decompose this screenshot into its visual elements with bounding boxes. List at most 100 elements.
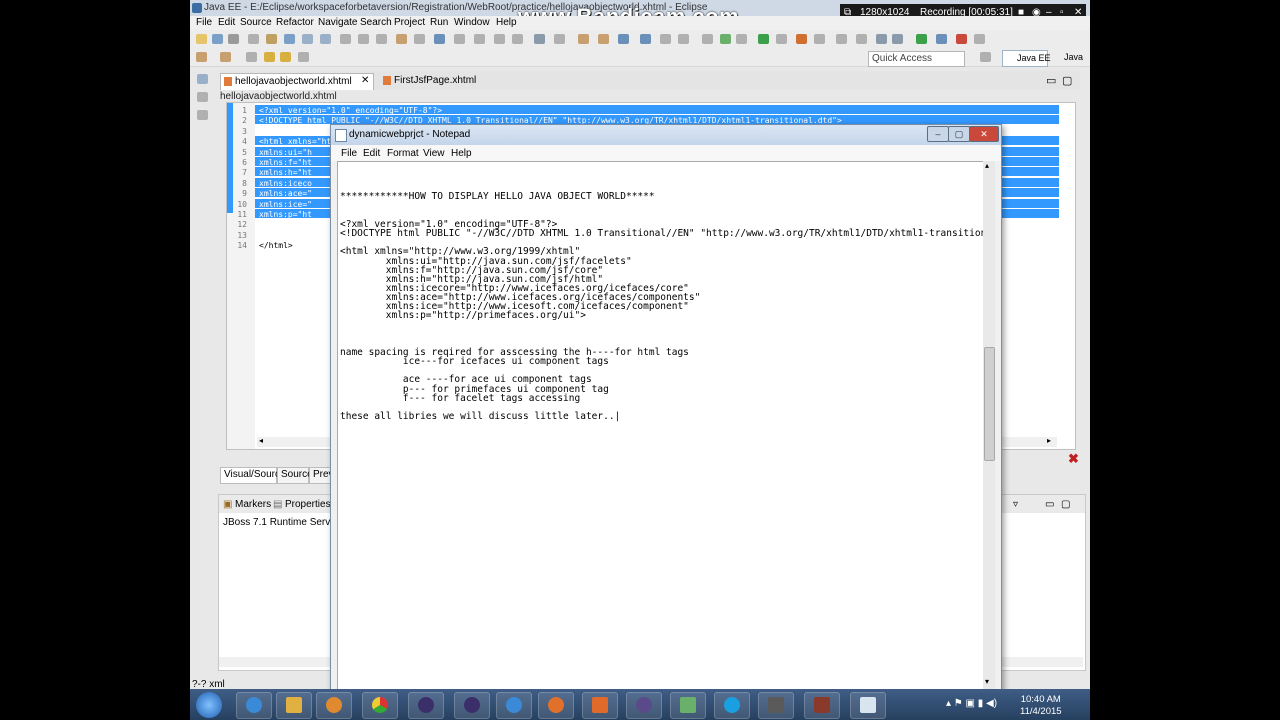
quick-access-input[interactable]: Quick Access bbox=[868, 51, 965, 67]
tool-icon[interactable] bbox=[892, 34, 903, 44]
media-taskbar-button[interactable] bbox=[316, 692, 352, 719]
xampp-taskbar-button[interactable] bbox=[582, 692, 618, 719]
tool-icon[interactable] bbox=[494, 34, 505, 44]
menu-project[interactable]: Project bbox=[394, 17, 425, 28]
tab-firstjsfpage[interactable]: FirstJsfPage.xhtml bbox=[380, 73, 480, 89]
forward-icon[interactable] bbox=[280, 52, 291, 62]
tool-icon[interactable] bbox=[776, 34, 787, 44]
tool-icon[interactable] bbox=[320, 34, 331, 44]
app-taskbar-button[interactable] bbox=[496, 692, 532, 719]
system-tray[interactable]: ▴ ⚑ ▣ ▮ ◀) bbox=[946, 698, 997, 709]
tool-icon[interactable] bbox=[856, 34, 867, 44]
menu-refactor[interactable]: Refactor bbox=[276, 17, 314, 28]
tool-icon[interactable] bbox=[814, 34, 825, 44]
clock[interactable]: 10:40 AM 11/4/2015 bbox=[1020, 694, 1062, 718]
scroll-left-icon[interactable]: ◂ bbox=[259, 436, 263, 445]
breadcrumb[interactable]: hellojavaobjectworld.xhtml bbox=[220, 91, 337, 102]
explorer-taskbar-button[interactable] bbox=[276, 692, 312, 719]
tool-icon[interactable] bbox=[246, 52, 257, 62]
minimize-button[interactable]: – bbox=[927, 126, 949, 142]
tool-icon[interactable] bbox=[720, 34, 731, 44]
print-icon[interactable] bbox=[228, 34, 239, 44]
menu-navigate[interactable]: Navigate bbox=[318, 17, 357, 28]
open-perspective-icon[interactable] bbox=[980, 52, 991, 62]
tool-icon[interactable] bbox=[578, 34, 589, 44]
tool-icon[interactable] bbox=[974, 34, 985, 44]
run-icon[interactable] bbox=[916, 34, 927, 44]
tool-icon[interactable] bbox=[396, 34, 407, 44]
eclipse-taskbar-button-3[interactable] bbox=[626, 692, 662, 719]
notepad-vertical-scrollbar[interactable]: ▴ ▾ bbox=[983, 161, 995, 689]
maximize-button[interactable]: ▢ bbox=[948, 126, 970, 142]
np-menu-edit[interactable]: Edit bbox=[363, 148, 380, 159]
eclipse-taskbar-button[interactable] bbox=[408, 692, 444, 719]
tool-icon[interactable] bbox=[512, 34, 523, 44]
perspective-java[interactable]: Java bbox=[1050, 50, 1086, 65]
app-taskbar-button[interactable] bbox=[670, 692, 706, 719]
np-menu-file[interactable]: File bbox=[341, 148, 357, 159]
tab-hellojavaobjectworld[interactable]: hellojavaobjectworld.xhtml ✕ bbox=[220, 73, 374, 90]
tool-icon[interactable] bbox=[376, 34, 387, 44]
tool-icon[interactable] bbox=[640, 34, 651, 44]
menu-edit[interactable]: Edit bbox=[218, 17, 235, 28]
error-close-icon[interactable]: ✖ bbox=[1068, 451, 1079, 467]
close-tab-icon[interactable]: ✕ bbox=[361, 75, 369, 86]
stop-icon[interactable] bbox=[956, 34, 967, 44]
menu-window[interactable]: Window bbox=[454, 17, 490, 28]
new-icon[interactable] bbox=[196, 34, 207, 44]
save-icon[interactable] bbox=[212, 34, 223, 44]
notepad-title-bar[interactable]: dynamicwebprjct - Notepad – ▢ ✕ bbox=[331, 125, 1001, 145]
tool-icon[interactable] bbox=[220, 52, 231, 62]
np-menu-view[interactable]: View bbox=[423, 148, 445, 159]
skype-taskbar-button[interactable] bbox=[714, 692, 750, 719]
bandicam-taskbar-button[interactable] bbox=[804, 692, 840, 719]
menu-help[interactable]: Help bbox=[496, 17, 517, 28]
tool-icon[interactable] bbox=[358, 34, 369, 44]
view-icon[interactable] bbox=[197, 110, 208, 120]
menu-file[interactable]: File bbox=[196, 17, 212, 28]
notepad-taskbar-button[interactable] bbox=[850, 692, 886, 719]
tool-icon[interactable] bbox=[474, 34, 485, 44]
close-button[interactable]: ✕ bbox=[969, 126, 999, 142]
tool-icon[interactable] bbox=[702, 34, 713, 44]
scroll-down-icon[interactable]: ▾ bbox=[985, 677, 989, 686]
app-taskbar-button[interactable] bbox=[758, 692, 794, 719]
tab-visual-source[interactable]: Visual/Source bbox=[220, 467, 286, 484]
scroll-right-icon[interactable]: ▸ bbox=[1047, 436, 1051, 445]
back-icon[interactable] bbox=[264, 52, 275, 62]
menu-search[interactable]: Search bbox=[360, 17, 392, 28]
firefox-taskbar-button[interactable] bbox=[538, 692, 574, 719]
minimize-icon[interactable]: ▭ bbox=[1045, 499, 1054, 510]
tool-icon[interactable] bbox=[796, 34, 807, 44]
view-icon[interactable] bbox=[197, 92, 208, 102]
ie-taskbar-button[interactable] bbox=[236, 692, 272, 719]
tab-properties[interactable]: Properties bbox=[285, 499, 331, 510]
debug-icon[interactable] bbox=[936, 34, 947, 44]
tool-icon[interactable] bbox=[434, 34, 445, 44]
tab-source[interactable]: Source bbox=[277, 467, 313, 484]
tool-icon[interactable] bbox=[598, 34, 609, 44]
maximize-icon[interactable]: ▢ bbox=[1062, 74, 1072, 87]
eclipse-taskbar-button-2[interactable] bbox=[454, 692, 490, 719]
tool-icon[interactable] bbox=[298, 52, 309, 62]
maximize-icon[interactable]: ▢ bbox=[1061, 499, 1070, 510]
np-menu-help[interactable]: Help bbox=[451, 148, 472, 159]
server-icon[interactable] bbox=[266, 34, 277, 44]
scroll-up-icon[interactable]: ▴ bbox=[985, 161, 989, 170]
tool-icon[interactable] bbox=[340, 34, 351, 44]
tool-icon[interactable] bbox=[454, 34, 465, 44]
tool-icon[interactable] bbox=[414, 34, 425, 44]
run-icon[interactable] bbox=[758, 34, 769, 44]
scroll-thumb[interactable] bbox=[984, 347, 995, 461]
tool-icon[interactable] bbox=[554, 34, 565, 44]
tool-icon[interactable] bbox=[618, 34, 629, 44]
tool-icon[interactable] bbox=[678, 34, 689, 44]
menu-source[interactable]: Source bbox=[240, 17, 272, 28]
tool-icon[interactable] bbox=[736, 34, 747, 44]
chrome-taskbar-button[interactable] bbox=[362, 692, 398, 719]
notepad-text-area[interactable]: ************HOW TO DISPLAY HELLO JAVA OB… bbox=[337, 161, 987, 691]
perspective-java-ee[interactable]: Java EE bbox=[1002, 50, 1051, 67]
notepad-window[interactable]: dynamicwebprjct - Notepad – ▢ ✕ File Edi… bbox=[330, 124, 1002, 698]
tool-icon[interactable] bbox=[876, 34, 887, 44]
tool-icon[interactable] bbox=[302, 34, 313, 44]
